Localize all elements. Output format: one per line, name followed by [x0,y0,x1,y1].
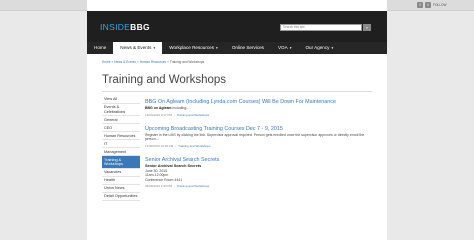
sidebar-item-union-news[interactable]: Union News [102,185,140,193]
breadcrumb: Home»News & Events»Human Resources»Train… [102,60,204,64]
article-excerpt-text: including... [172,106,190,110]
article-date: 11/30/2015 10:30 AM [145,143,174,148]
nav-news-events[interactable]: News & Events ▾ [113,42,163,54]
breadcrumb-separator: » [167,60,169,64]
article-excerpt: BBG on Agleam including... [145,106,373,111]
category-sidebar: View All Events & Celebrations General C… [102,96,140,201]
page-title: Training and Workshops [102,74,227,86]
article-title-link[interactable]: Upcoming Broadcasting Training Courses D… [145,126,373,133]
article-date: 06/29/2015 1:53 PM [145,184,173,189]
follow-label: FOLLOW [433,3,447,7]
nav-voa[interactable]: VOA ▾ [271,42,298,54]
article-list: BBG On Agleam (Including Lynda.com Cours… [145,99,373,197]
article-title-link[interactable]: BBG On Agleam (Including Lynda.com Cours… [145,99,373,106]
sidebar-item-detail-opportunities[interactable]: Detail Opportunities [102,193,140,201]
search-button[interactable]: » [363,24,371,31]
nav-voa-label: VOA [277,45,288,50]
article-category-link[interactable]: Training and Workshops [177,184,209,188]
breadcrumb-news-events[interactable]: News & Events [114,60,136,64]
sidebar-item-vacancies[interactable]: Vacancies [102,169,140,177]
article-title-link[interactable]: Senior Archival Search Secrets [145,157,373,164]
article-excerpt-lead: BBG on Agleam [145,106,172,110]
article-meta: 11/30/2015 10:30 AM | Training and Worksho… [145,144,373,148]
nav-home[interactable]: Home [87,42,113,54]
sidebar-item-general[interactable]: General [102,116,140,125]
article-meta: 06/29/2015 1:53 PM | Training and Workshop… [145,184,373,188]
twitter-icon[interactable]: t [425,2,431,8]
article-category-link[interactable]: Training and Workshops [177,113,209,117]
sidebar-item-health[interactable]: Health [102,177,140,185]
article-category-link[interactable]: Training and Workshops [178,144,210,148]
article-date: 12/04/2015 3:17 PM [145,112,173,117]
sidebar-item-training-workshops[interactable]: Training & Workshops [102,156,140,169]
logo-suffix: BBG [130,22,150,32]
nav-workplace-resources[interactable]: Workplace Resources ▾ [162,42,225,54]
sidebar-item-management[interactable]: Management [102,148,140,157]
breadcrumb-home[interactable]: Home [102,60,111,64]
sidebar-item-it[interactable]: IT [102,140,140,149]
nav-our-agency-label: Our Agency [305,45,330,50]
social-links: f t FOLLOW [417,2,446,8]
article-excerpt-line: Conference Room 4441 [145,177,183,182]
main-nav: Home News & Events ▾ Workplace Resources ▾… [87,42,387,54]
nav-online-services-label: Online Services [231,45,264,50]
list-item: Upcoming Broadcasting Training Courses D… [145,126,373,148]
sidebar-item-ceo[interactable]: CEO [102,124,140,133]
logo-prefix: INSIDE [100,22,131,32]
meta-separator: | [175,143,177,148]
breadcrumb-current: Training and Workshops [169,60,205,64]
list-item: Senior Archival Search Secrets Senior Ar… [145,157,373,189]
chevron-down-icon: ▾ [289,46,292,50]
chevron-down-icon: ▾ [216,46,218,50]
nav-our-agency[interactable]: Our Agency ▾ [298,42,340,54]
sidebar-item-human-resources[interactable]: Human Resources [102,132,140,141]
title-divider [102,91,372,92]
facebook-icon[interactable]: f [417,2,423,8]
chevron-down-icon: ▾ [331,46,334,50]
breadcrumb-human-resources[interactable]: Human Resources [140,60,166,64]
list-item: BBG On Agleam (Including Lynda.com Cours… [145,99,373,117]
nav-news-events-label: News & Events [120,45,152,50]
search-input[interactable]: Search this site [280,24,362,31]
sidebar-item-view-all[interactable]: View All [102,96,140,104]
article-meta: 12/04/2015 3:17 PM | Training and Workshop… [145,113,373,117]
site-logo[interactable]: INSIDEBBG [100,22,150,32]
nav-online-services[interactable]: Online Services [225,42,271,54]
meta-separator: | [174,112,175,117]
article-excerpt: Register in the LMS by clicking the link… [145,132,365,142]
meta-separator: | [174,184,175,189]
site-header: INSIDEBBG Search this site » [87,11,387,42]
nav-home-label: Home [94,45,107,50]
chevron-down-icon: ▾ [153,46,156,50]
sidebar-item-events-celebrations[interactable]: Events & Celebrations [102,104,140,117]
breadcrumb-separator: » [136,60,139,64]
nav-workplace-resources-label: Workplace Resources [169,45,215,50]
